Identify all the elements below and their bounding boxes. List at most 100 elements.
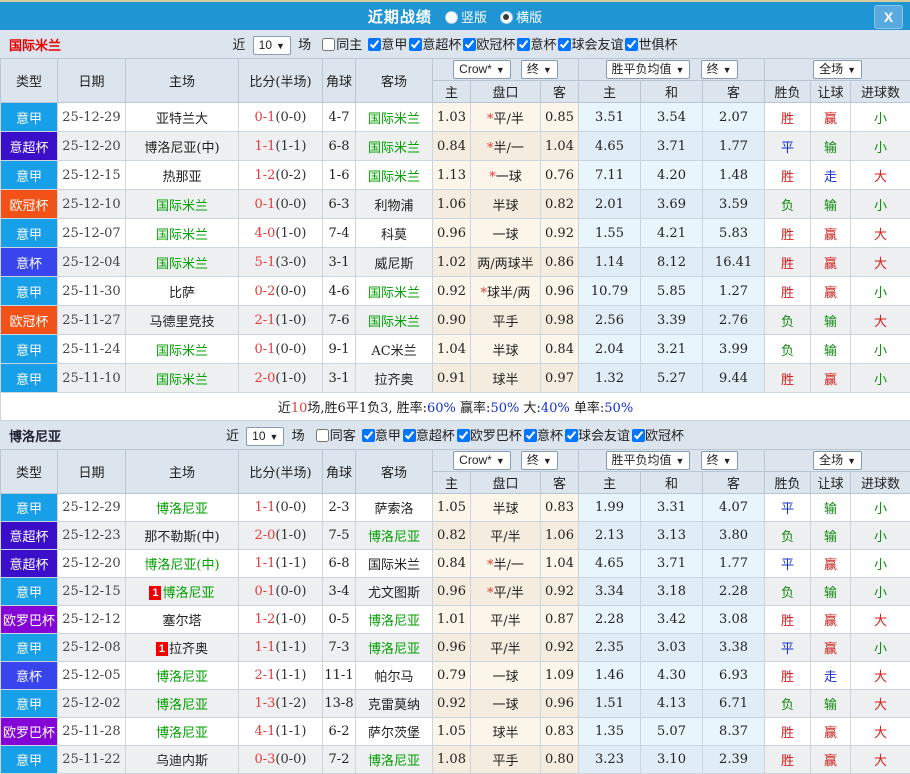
avg-draw-odds: 3.69 bbox=[641, 190, 703, 219]
result-goals: 大 bbox=[851, 746, 910, 774]
match-date: 25-11-24 bbox=[58, 335, 126, 364]
result-goals: 大 bbox=[851, 662, 910, 690]
league-filter-checkbox-input[interactable] bbox=[463, 38, 476, 51]
fullmatch-select[interactable]: 全场▼ bbox=[813, 60, 862, 79]
avg-final-select[interactable]: 终▼ bbox=[701, 60, 738, 79]
result-handicap: 输 bbox=[811, 578, 851, 606]
odds-company-select[interactable]: Crow*▼ bbox=[453, 60, 511, 79]
odds-company-select[interactable]: Crow*▼ bbox=[453, 451, 511, 470]
avg-home-odds: 2.35 bbox=[579, 634, 641, 662]
league-filter-checkbox[interactable]: 意杯 bbox=[515, 38, 556, 53]
league-filter-label: 意杯 bbox=[537, 429, 563, 444]
chevron-down-icon: ▼ bbox=[847, 456, 856, 466]
odds-away: 0.80 bbox=[541, 746, 579, 774]
match-date: 25-12-05 bbox=[58, 662, 126, 690]
league-filter-checkbox-input[interactable] bbox=[558, 38, 571, 51]
odds-away: 1.06 bbox=[541, 522, 579, 550]
league-filter-checkbox[interactable]: 欧冠杯 bbox=[630, 429, 684, 444]
avg-away-odds: 2.07 bbox=[703, 103, 765, 132]
league-filter-checkbox[interactable]: 意甲 bbox=[360, 429, 401, 444]
avg-away-odds: 1.77 bbox=[703, 550, 765, 578]
handicap-line: 半球 bbox=[471, 190, 541, 219]
league-filter-checkbox[interactable]: 欧冠杯 bbox=[461, 38, 515, 53]
match-row: 意超杯25-12-20博洛尼亚(中)1-1(1-1)6-8国际米兰0.84*半/… bbox=[1, 550, 910, 578]
avg-select[interactable]: 胜平负均值▼ bbox=[606, 451, 691, 470]
col-header-avg-away: 客 bbox=[703, 81, 765, 103]
layout-radio-horizontal[interactable]: 横版 bbox=[491, 11, 542, 26]
handicap-line: *一球 bbox=[471, 161, 541, 190]
league-filter-checkbox-input[interactable] bbox=[565, 429, 578, 442]
same-venue-checkbox-input[interactable] bbox=[322, 38, 335, 51]
league-filter-checkbox-input[interactable] bbox=[625, 38, 638, 51]
avg-draw-odds: 3.13 bbox=[641, 522, 703, 550]
match-type-badge: 意甲 bbox=[1, 494, 58, 522]
result-wdl: 平 bbox=[765, 494, 811, 522]
match-row: 意甲25-12-29亚特兰大0-1(0-0)4-7国际米兰1.03*平/半0.8… bbox=[1, 103, 910, 132]
layout-radio-vertical[interactable]: 竖版 bbox=[436, 11, 487, 26]
avg-home-odds: 1.55 bbox=[579, 219, 641, 248]
league-filter-checkbox[interactable]: 欧罗巴杯 bbox=[455, 429, 522, 444]
match-type-badge: 意甲 bbox=[1, 161, 58, 190]
league-filter-checkbox-input[interactable] bbox=[362, 429, 375, 442]
odds-away: 0.96 bbox=[541, 690, 579, 718]
odds-away: 0.97 bbox=[541, 364, 579, 393]
result-goals: 小 bbox=[851, 494, 910, 522]
match-score: 2-1(1-0) bbox=[239, 306, 323, 335]
away-team-name: 国际米兰 bbox=[368, 315, 420, 330]
same-venue-checkbox[interactable]: 同客 bbox=[309, 429, 356, 444]
result-wdl: 胜 bbox=[765, 718, 811, 746]
odds-final-select[interactable]: 终▼ bbox=[521, 451, 558, 470]
league-filter-checkbox-input[interactable] bbox=[368, 38, 381, 51]
league-filter-checkbox-input[interactable] bbox=[517, 38, 530, 51]
avg-draw-odds: 3.03 bbox=[641, 634, 703, 662]
fullmatch-select[interactable]: 全场▼ bbox=[813, 451, 862, 470]
filter-row: 国际米兰 近 10▼ 场 同主 意甲意超杯欧冠杯意杯球会友谊世俱杯 bbox=[0, 30, 910, 58]
handicap-line: 平手 bbox=[471, 746, 541, 774]
home-team-name: 马德里竞技 bbox=[149, 315, 214, 330]
match-row: 意甲25-11-22乌迪内斯0-3(0-0)7-2博洛尼亚1.08平手0.803… bbox=[1, 746, 910, 774]
summary-row: 近10场,胜6平1负3, 胜率:60% 赢率:50% 大:40% 单率:50% bbox=[1, 393, 910, 421]
league-filter-checkbox-input[interactable] bbox=[524, 429, 537, 442]
corner-score: 6-8 bbox=[323, 132, 356, 161]
same-venue-checkbox-input[interactable] bbox=[316, 429, 329, 442]
away-team-cell: 国际米兰 bbox=[356, 550, 433, 578]
league-filter-checkbox-input[interactable] bbox=[632, 429, 645, 442]
match-type-badge: 意超杯 bbox=[1, 550, 58, 578]
odds-final-select[interactable]: 终▼ bbox=[521, 60, 558, 79]
league-filter-checkbox[interactable]: 意超杯 bbox=[401, 429, 455, 444]
league-filter-label: 欧冠杯 bbox=[645, 429, 684, 444]
league-filter-checkbox-input[interactable] bbox=[409, 38, 422, 51]
avg-away-odds: 2.76 bbox=[703, 306, 765, 335]
home-team-name: 博洛尼亚 bbox=[162, 586, 214, 601]
result-wdl: 负 bbox=[765, 335, 811, 364]
league-filter-checkbox[interactable]: 世俱杯 bbox=[623, 38, 677, 53]
avg-home-odds: 2.56 bbox=[579, 306, 641, 335]
fullmatch-value: 全场 bbox=[819, 62, 843, 76]
avg-select[interactable]: 胜平负均值▼ bbox=[606, 60, 691, 79]
avg-final-select[interactable]: 终▼ bbox=[701, 451, 738, 470]
match-row: 意甲25-12-07国际米兰4-0(1-0)7-4科莫0.96一球0.921.5… bbox=[1, 219, 910, 248]
league-filter-checkbox[interactable]: 意杯 bbox=[522, 429, 563, 444]
match-count-select[interactable]: 10▼ bbox=[246, 427, 284, 446]
away-team-cell: 科莫 bbox=[356, 219, 433, 248]
result-handicap: 赢 bbox=[811, 606, 851, 634]
league-filter-checkbox[interactable]: 意超杯 bbox=[407, 38, 461, 53]
league-filter-checkbox[interactable]: 球会友谊 bbox=[556, 38, 623, 53]
home-team-name: 乌迪内斯 bbox=[156, 754, 208, 769]
league-filter-checkbox[interactable]: 球会友谊 bbox=[563, 429, 630, 444]
close-button[interactable]: X bbox=[874, 5, 903, 29]
filter-controls: 近 10▼ 场 同客 意甲意超杯欧罗巴杯意杯球会友谊欧冠杯 bbox=[0, 425, 910, 446]
match-type-badge: 意杯 bbox=[1, 662, 58, 690]
league-filter-checkbox[interactable]: 意甲 bbox=[366, 38, 407, 53]
result-goals: 小 bbox=[851, 578, 910, 606]
avg-draw-odds: 4.30 bbox=[641, 662, 703, 690]
league-filter-checkbox-input[interactable] bbox=[457, 429, 470, 442]
match-count-select[interactable]: 10▼ bbox=[253, 36, 291, 55]
same-venue-checkbox[interactable]: 同主 bbox=[315, 38, 362, 53]
match-type-badge: 意甲 bbox=[1, 364, 58, 393]
league-filter-checkbox-input[interactable] bbox=[403, 429, 416, 442]
dialog-title: 近期战绩 bbox=[368, 8, 432, 26]
away-team-name: 国际米兰 bbox=[368, 286, 420, 301]
match-row: 意甲25-11-30比萨0-2(0-0)4-6国际米兰0.92*球半/两0.96… bbox=[1, 277, 910, 306]
match-row: 意甲25-12-151博洛尼亚0-1(0-0)3-4尤文图斯0.96*平/半0.… bbox=[1, 578, 910, 606]
